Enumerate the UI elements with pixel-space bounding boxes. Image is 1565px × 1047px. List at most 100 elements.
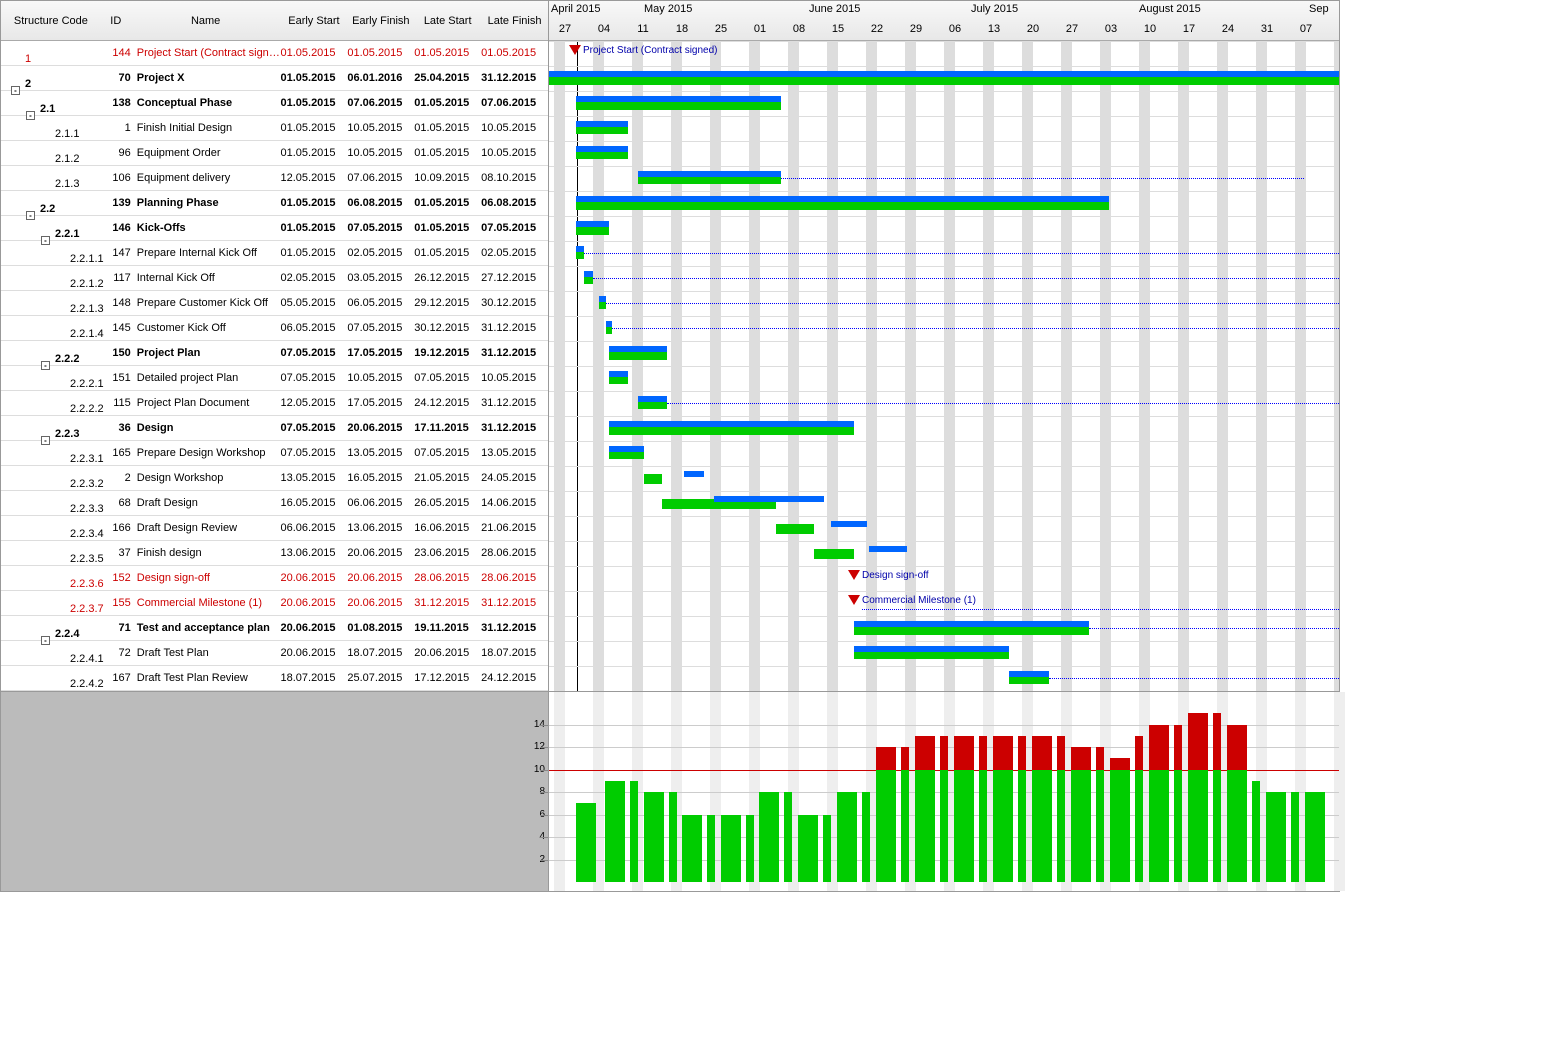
table-row[interactable]: 2.2.1.3148Prepare Customer Kick Off05.05… — [1, 291, 548, 316]
milestone-marker[interactable] — [569, 45, 581, 55]
histogram-bar[interactable] — [669, 792, 677, 882]
histogram-bar[interactable] — [837, 792, 857, 882]
tree-toggle-icon[interactable]: - — [26, 111, 35, 120]
tree-toggle-icon[interactable]: - — [11, 86, 20, 95]
resource-histogram[interactable] — [549, 692, 1339, 891]
histogram-bar-over[interactable] — [1057, 736, 1065, 770]
table-row[interactable]: 2.1-138Conceptual Phase01.05.201507.06.2… — [1, 91, 548, 116]
histogram-bar[interactable] — [1305, 792, 1325, 882]
table-row[interactable]: 2.2.3.4166Draft Design Review06.06.20151… — [1, 516, 548, 541]
histogram-bar[interactable] — [940, 770, 948, 883]
table-row[interactable]: 2.2.4.172Draft Test Plan20.06.201518.07.… — [1, 641, 548, 666]
table-row[interactable]: 2.2.4.2167Draft Test Plan Review18.07.20… — [1, 666, 548, 691]
histogram-bar[interactable] — [1018, 770, 1026, 883]
task-bar[interactable] — [776, 524, 814, 534]
table-row[interactable]: 2.2.1.2117Internal Kick Off02.05.201503.… — [1, 266, 548, 291]
col-name[interactable]: Name — [131, 13, 281, 29]
table-row[interactable]: 2.2.2-150Project Plan07.05.201517.05.201… — [1, 341, 548, 366]
histogram-bar[interactable] — [954, 770, 974, 883]
histogram-bar[interactable] — [1227, 770, 1247, 883]
histogram-bar[interactable] — [1252, 781, 1260, 882]
histogram-bar[interactable] — [1110, 770, 1130, 883]
tree-toggle-icon[interactable]: - — [41, 636, 50, 645]
task-bar[interactable] — [814, 549, 854, 559]
histogram-bar-over[interactable] — [1018, 736, 1026, 770]
histogram-bar[interactable] — [979, 770, 987, 883]
table-row[interactable]: 2.2.1.4145Customer Kick Off06.05.201507.… — [1, 316, 548, 341]
tree-toggle-icon[interactable]: - — [41, 436, 50, 445]
table-row[interactable]: 2.2-139Planning Phase01.05.201506.08.201… — [1, 191, 548, 216]
table-row[interactable]: 2.2.2.1151Detailed project Plan07.05.201… — [1, 366, 548, 391]
task-bar[interactable] — [644, 474, 662, 484]
histogram-bar[interactable] — [1032, 770, 1052, 883]
histogram-bar[interactable] — [1174, 770, 1182, 883]
histogram-bar[interactable] — [823, 815, 831, 883]
table-row[interactable]: 2.2.3.6152Design sign-off20.06.201520.06… — [1, 566, 548, 591]
tree-toggle-icon[interactable]: - — [41, 361, 50, 370]
histogram-bar[interactable] — [721, 815, 741, 883]
histogram-bar[interactable] — [1188, 770, 1208, 883]
histogram-bar-over[interactable] — [1149, 725, 1169, 770]
histogram-bar[interactable] — [1291, 792, 1299, 882]
col-structure-code[interactable]: Structure Code — [1, 13, 101, 29]
col-id[interactable]: ID — [101, 13, 131, 29]
histogram-bar[interactable] — [576, 803, 596, 882]
histogram-bar[interactable] — [1213, 770, 1221, 883]
col-late-start[interactable]: Late Start — [414, 13, 481, 29]
histogram-bar[interactable] — [862, 792, 870, 882]
histogram-bar[interactable] — [784, 792, 792, 882]
histogram-bar[interactable] — [1149, 770, 1169, 883]
histogram-bar[interactable] — [644, 792, 664, 882]
milestone-marker[interactable] — [848, 595, 860, 605]
table-row[interactable]: 2.2.3-36Design07.05.201520.06.201517.11.… — [1, 416, 548, 441]
table-row[interactable]: 2.2.3.537Finish design13.06.201520.06.20… — [1, 541, 548, 566]
table-row[interactable]: 2.1.3106Equipment delivery12.05.201507.0… — [1, 166, 548, 191]
histogram-bar-over[interactable] — [901, 747, 909, 770]
histogram-bar-over[interactable] — [1213, 713, 1221, 769]
col-early-start[interactable]: Early Start — [280, 13, 347, 29]
histogram-bar-over[interactable] — [940, 736, 948, 770]
col-late-finish[interactable]: Late Finish — [481, 13, 548, 29]
histogram-bar[interactable] — [707, 815, 715, 883]
histogram-bar[interactable] — [798, 815, 818, 883]
gantt-body[interactable]: Project Start (Contract signed)Design si… — [549, 41, 1339, 691]
table-row[interactable]: 2.2.2.2115Project Plan Document12.05.201… — [1, 391, 548, 416]
histogram-bar-over[interactable] — [1071, 747, 1091, 770]
table-row[interactable]: 1144Project Start (Contract signed)01.05… — [1, 41, 548, 66]
col-early-finish[interactable]: Early Finish — [347, 13, 414, 29]
table-row[interactable]: 2.2.1.1147Prepare Internal Kick Off01.05… — [1, 241, 548, 266]
histogram-bar-over[interactable] — [1135, 736, 1143, 770]
histogram-bar[interactable] — [759, 792, 779, 882]
histogram-bar[interactable] — [682, 815, 702, 883]
histogram-bar[interactable] — [1096, 770, 1104, 883]
gantt-chart[interactable]: April 2015May 2015June 2015July 2015Augu… — [549, 1, 1339, 691]
tree-toggle-icon[interactable]: - — [26, 211, 35, 220]
table-row[interactable]: 2.2.4-71Test and acceptance plan20.06.20… — [1, 616, 548, 641]
histogram-bar-over[interactable] — [1032, 736, 1052, 770]
histogram-bar-over[interactable] — [1227, 725, 1247, 770]
table-row[interactable]: 2-70Project X01.05.201506.01.201625.04.2… — [1, 66, 548, 91]
table-row[interactable]: 2.2.1-146Kick-Offs01.05.201507.05.201501… — [1, 216, 548, 241]
histogram-bar[interactable] — [605, 781, 625, 882]
histogram-bar-over[interactable] — [1188, 713, 1208, 769]
table-row[interactable]: 2.2.3.368Draft Design16.05.201506.06.201… — [1, 491, 548, 516]
histogram-bar[interactable] — [1135, 770, 1143, 883]
table-row[interactable]: 2.1.11Finish Initial Design01.05.201510.… — [1, 116, 548, 141]
histogram-bar-over[interactable] — [1110, 758, 1130, 769]
histogram-bar-over[interactable] — [979, 736, 987, 770]
tree-toggle-icon[interactable]: - — [41, 236, 50, 245]
timeline-header[interactable]: April 2015May 2015June 2015July 2015Augu… — [549, 1, 1339, 41]
histogram-bar-over[interactable] — [876, 747, 896, 770]
histogram-bar[interactable] — [915, 770, 935, 883]
histogram-bar-over[interactable] — [1174, 725, 1182, 770]
histogram-bar[interactable] — [630, 781, 638, 882]
table-row[interactable]: 2.1.296Equipment Order01.05.201510.05.20… — [1, 141, 548, 166]
histogram-bar-over[interactable] — [1096, 747, 1104, 770]
histogram-bar[interactable] — [993, 770, 1013, 883]
histogram-bar[interactable] — [1266, 792, 1286, 882]
table-row[interactable]: 2.2.3.1165Prepare Design Workshop07.05.2… — [1, 441, 548, 466]
histogram-bar-over[interactable] — [954, 736, 974, 770]
histogram-bar[interactable] — [746, 815, 754, 883]
milestone-marker[interactable] — [848, 570, 860, 580]
histogram-bar[interactable] — [901, 770, 909, 883]
